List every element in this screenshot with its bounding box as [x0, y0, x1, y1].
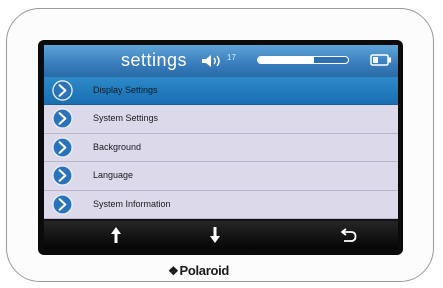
return-icon[interactable]	[341, 226, 357, 244]
menu-item-system-information[interactable]: System Information	[44, 190, 398, 219]
volume-slider[interactable]	[257, 56, 349, 64]
chevron-right-icon	[52, 165, 73, 186]
chevron-right-icon	[52, 137, 73, 158]
bottom-nav-bar	[44, 221, 398, 249]
brand-name: Polaroid	[179, 263, 230, 278]
screen: settings 17 Display Settings System Sett…	[44, 45, 398, 249]
chevron-right-icon	[52, 193, 73, 215]
volume-value: 17	[227, 53, 236, 62]
arrow-up-icon[interactable]	[110, 226, 122, 244]
menu-item-label: Language	[93, 170, 134, 181]
chevron-right-icon	[52, 80, 73, 101]
settings-menu: Display Settings System Settings Backgro…	[44, 77, 398, 219]
speaker-icon[interactable]	[201, 54, 223, 68]
chevron-right-icon	[52, 108, 73, 130]
brand-mark-icon: ❖	[168, 264, 179, 278]
menu-item-language[interactable]: Language	[44, 162, 398, 191]
arrow-down-icon[interactable]	[209, 226, 221, 244]
volume-slider-fill	[258, 57, 314, 63]
battery-icon	[370, 54, 391, 66]
menu-item-label: Background	[93, 141, 142, 152]
menu-item-display-settings[interactable]: Display Settings	[44, 77, 398, 106]
menu-item-label: System Settings	[93, 113, 159, 124]
menu-item-label: System Information	[93, 198, 171, 209]
menu-item-label: Display Settings	[93, 85, 158, 95]
brand-logo: ❖Polaroid	[168, 263, 229, 278]
title-bar: settings 17	[44, 45, 398, 77]
page-title: settings	[121, 50, 188, 70]
menu-item-background[interactable]: Background	[44, 133, 398, 163]
menu-item-system-settings[interactable]: System Settings	[44, 105, 398, 134]
